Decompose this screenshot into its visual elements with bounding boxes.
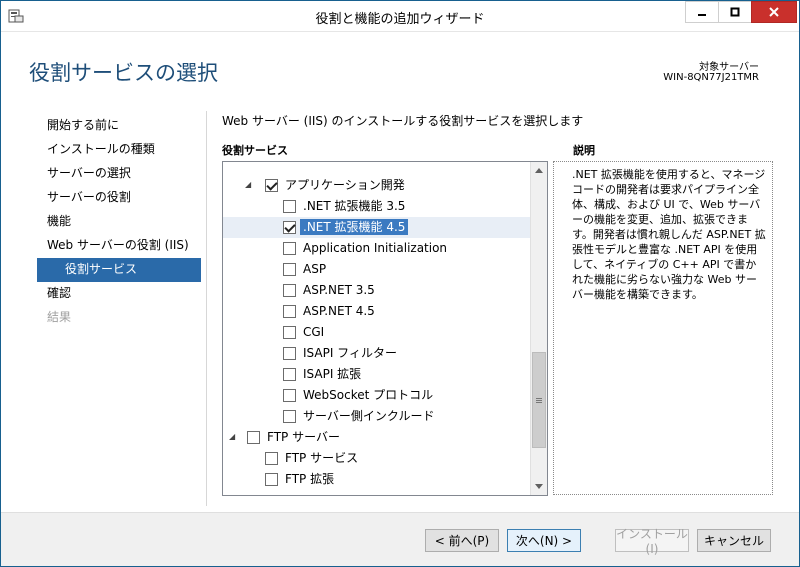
tree-row[interactable]: Application Initialization bbox=[223, 238, 531, 259]
role-services-tree[interactable]: 要求の監視 ◢ アプリケーション開発 .NET 拡張機能 3.5 .NET 拡張機能 4… bbox=[222, 161, 548, 496]
wizard-window: 役割と機能の追加ウィザード 役割サービスの選択 対象サーバー WIN-8QN77… bbox=[0, 0, 800, 567]
role-service-checkbox[interactable] bbox=[283, 263, 296, 276]
scroll-up-icon bbox=[535, 168, 543, 173]
tree-row[interactable]: ASP.NET 4.5 bbox=[223, 301, 531, 322]
role-service-checkbox[interactable] bbox=[283, 305, 296, 318]
role-service-checkbox[interactable] bbox=[283, 221, 296, 234]
role-service-label: WebSocket プロトコル bbox=[303, 388, 434, 402]
role-service-checkbox[interactable] bbox=[265, 179, 278, 192]
tree-row[interactable]: FTP 拡張 bbox=[223, 469, 531, 490]
tree-row[interactable]: WebSocket プロトコル bbox=[223, 385, 531, 406]
tree-row[interactable]: ASP.NET 3.5 bbox=[223, 280, 531, 301]
instruction-text: Web サーバー (IIS) のインストールする役割サービスを選択します bbox=[222, 114, 584, 128]
role-service-label: FTP サーバー bbox=[267, 430, 340, 444]
nav-divider bbox=[206, 111, 207, 506]
nav-item-before-you-begin[interactable]: 開始する前に bbox=[37, 114, 201, 138]
role-service-checkbox[interactable] bbox=[283, 161, 296, 162]
nav-item-web-server-role[interactable]: Web サーバーの役割 (IIS) bbox=[37, 234, 201, 258]
nav-item-installation-type[interactable]: インストールの種類 bbox=[37, 138, 201, 162]
role-service-checkbox[interactable] bbox=[247, 431, 260, 444]
role-service-label: ASP.NET 4.5 bbox=[303, 304, 375, 318]
role-service-checkbox[interactable] bbox=[283, 242, 296, 255]
role-service-label: ISAPI 拡張 bbox=[303, 367, 362, 381]
nav-item-features[interactable]: 機能 bbox=[37, 210, 201, 234]
cancel-button[interactable]: キャンセル bbox=[697, 529, 771, 552]
nav-item-server-roles[interactable]: サーバーの役割 bbox=[37, 186, 201, 210]
role-service-checkbox[interactable] bbox=[283, 200, 296, 213]
role-service-label: 要求の監視 bbox=[303, 162, 363, 164]
minimize-icon bbox=[698, 14, 706, 16]
scroll-up-button[interactable] bbox=[531, 162, 547, 179]
next-button[interactable]: 次へ(N) > bbox=[507, 529, 581, 552]
scroll-down-icon bbox=[535, 484, 543, 489]
role-service-label: FTP サービス bbox=[285, 451, 359, 465]
tree-rows: 要求の監視 ◢ アプリケーション開発 .NET 拡張機能 3.5 .NET 拡張機能 4… bbox=[223, 161, 531, 490]
scroll-thumb[interactable] bbox=[532, 352, 546, 448]
nav-item-confirmation[interactable]: 確認 bbox=[37, 282, 201, 306]
tree-scrollbar[interactable] bbox=[530, 162, 547, 495]
tree-row[interactable]: CGI bbox=[223, 322, 531, 343]
tree-row[interactable]: .NET 拡張機能 3.5 bbox=[223, 196, 531, 217]
nav-item-server-selection[interactable]: サーバーの選択 bbox=[37, 162, 201, 186]
nav-item-role-services[interactable]: 役割サービス bbox=[37, 258, 201, 282]
role-service-checkbox[interactable] bbox=[283, 326, 296, 339]
footer-bar: < 前へ(P) 次へ(N) > インストール(I) キャンセル bbox=[1, 512, 799, 566]
scroll-down-button[interactable] bbox=[531, 478, 547, 495]
tree-row[interactable]: ◢ アプリケーション開発 bbox=[223, 175, 531, 196]
tree-row[interactable]: ISAPI 拡張 bbox=[223, 364, 531, 385]
close-icon bbox=[769, 7, 779, 17]
role-service-checkbox[interactable] bbox=[283, 284, 296, 297]
expand-collapse-icon[interactable]: ◢ bbox=[245, 179, 255, 191]
back-button[interactable]: < 前へ(P) bbox=[425, 529, 499, 552]
role-service-label: FTP 拡張 bbox=[285, 472, 335, 486]
role-service-checkbox[interactable] bbox=[265, 452, 278, 465]
nav-item-results: 結果 bbox=[47, 310, 72, 324]
role-service-label: CGI bbox=[303, 325, 325, 339]
role-service-label: ISAPI フィルター bbox=[303, 346, 397, 360]
role-service-label: アプリケーション開発 bbox=[285, 178, 405, 192]
tree-row[interactable]: ◢ FTP サーバー bbox=[223, 427, 531, 448]
description-heading: 説明 bbox=[573, 144, 595, 157]
close-button[interactable] bbox=[751, 1, 797, 23]
role-service-checkbox[interactable] bbox=[283, 368, 296, 381]
role-service-label: .NET 拡張機能 4.5 bbox=[300, 219, 409, 235]
maximize-icon bbox=[730, 7, 740, 17]
tree-row[interactable]: ISAPI フィルター bbox=[223, 343, 531, 364]
role-service-label: ASP.NET 3.5 bbox=[303, 283, 375, 297]
title-bar[interactable]: 役割と機能の追加ウィザード bbox=[1, 1, 799, 32]
role-service-checkbox[interactable] bbox=[265, 473, 278, 486]
tree-row[interactable]: サーバー側インクルード bbox=[223, 406, 531, 427]
tree-row[interactable]: ASP bbox=[223, 259, 531, 280]
tree-row[interactable]: 要求の監視 bbox=[223, 161, 531, 175]
tree-row[interactable]: FTP サービス bbox=[223, 448, 531, 469]
expand-collapse-icon[interactable]: ◢ bbox=[229, 431, 239, 443]
role-service-checkbox[interactable] bbox=[283, 389, 296, 402]
install-button: インストール(I) bbox=[615, 527, 689, 556]
role-service-label: サーバー側インクルード bbox=[303, 409, 435, 423]
role-service-label: Application Initialization bbox=[303, 241, 448, 255]
role-service-checkbox[interactable] bbox=[283, 347, 296, 360]
target-server-name: WIN-8QN77J21TMR bbox=[663, 72, 759, 83]
grip-icon bbox=[536, 397, 542, 403]
role-service-label: .NET 拡張機能 3.5 bbox=[303, 199, 406, 213]
description-text: .NET 拡張機能を使用すると、マネージコードの開発者は要求パイプライン全体、構… bbox=[553, 161, 773, 495]
page-title: 役割サービスの選択 bbox=[29, 61, 218, 85]
window-title: 役割と機能の追加ウィザード bbox=[315, 12, 485, 27]
role-service-label: ASP bbox=[303, 262, 327, 276]
maximize-button[interactable] bbox=[718, 1, 752, 23]
target-server-label: 対象サーバー bbox=[699, 62, 759, 73]
minimize-button[interactable] bbox=[685, 1, 719, 23]
wizard-nav: 開始する前に インストールの種類 サーバーの選択 サーバーの役割 機能 Web … bbox=[37, 114, 201, 330]
tree-row[interactable]: .NET 拡張機能 4.5 bbox=[223, 217, 531, 238]
role-service-checkbox[interactable] bbox=[283, 410, 296, 423]
role-services-heading: 役割サービス bbox=[222, 144, 288, 157]
window-controls bbox=[685, 1, 797, 23]
